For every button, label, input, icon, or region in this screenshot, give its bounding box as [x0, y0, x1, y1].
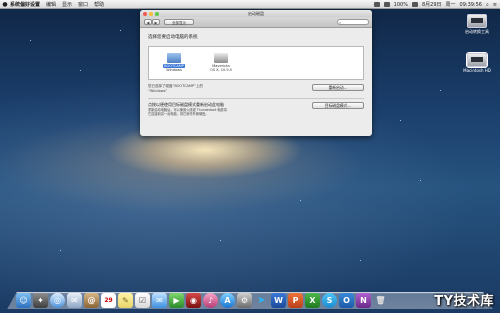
apple-menu-icon[interactable]: ●	[0, 1, 10, 8]
outlook-icon[interactable]: O	[339, 293, 354, 308]
desktop-disk-label: Macintosh HD	[463, 68, 491, 73]
desktop-disk-label: 启动转换工具	[465, 29, 489, 34]
finder-icon[interactable]: ☺	[16, 293, 31, 308]
menu-help[interactable]: 帮助	[94, 1, 104, 8]
spotlight-icon[interactable]: ⌕	[486, 2, 489, 8]
disk-option-bootcamp[interactable]: BOOTCAMP Windows	[157, 53, 191, 72]
messages-icon[interactable]: ✉	[152, 293, 167, 308]
zoom-button[interactable]	[155, 11, 159, 16]
dock: ☺ ✦ ◎ ✉ @ 29 ✎ ☑ ✉ ▶ ◉ ♪ A ⚙ ➤ W P X S O…	[16, 290, 486, 308]
selection-info: 您已选择了磁盘“BOOTCAMP”上的 “Windows”	[148, 84, 203, 93]
system-preferences-icon[interactable]: ⚙	[237, 293, 252, 308]
disk-os: OS X, 10.9.5	[210, 68, 232, 72]
show-all-button[interactable]: 全部显示	[164, 19, 194, 25]
photo-booth-icon[interactable]: ◉	[186, 293, 201, 308]
safari-icon[interactable]: ◎	[50, 293, 65, 308]
menu-bar: ● 系统偏好设置 编辑 显示 窗口 帮助 100% 8月29日 周一 09:39…	[0, 0, 500, 9]
battery-percent[interactable]: 100%	[394, 2, 408, 8]
battery-icon[interactable]	[411, 2, 418, 7]
launchpad-icon[interactable]: ✦	[33, 293, 48, 308]
arrow-app-icon[interactable]: ➤	[254, 293, 269, 308]
divider	[148, 98, 364, 99]
drive-icon	[467, 14, 487, 28]
disk-option-mavericks[interactable]: Mavericks OS X, 10.9.5	[204, 53, 238, 72]
desktop-disk-macintosh-hd[interactable]: Macintosh HD	[457, 52, 497, 73]
target-disk-mode-button[interactable]: 目标磁盘模式…	[312, 102, 364, 109]
reminders-icon[interactable]: ☑	[135, 293, 150, 308]
windows-disk-icon	[167, 53, 181, 63]
word-icon[interactable]: W	[271, 293, 286, 308]
drive-icon	[466, 52, 488, 68]
search-field[interactable]: ⌕	[337, 19, 369, 25]
target-mode-info: 重新启动电脑后，可以使用火线或 Thunderbolt 电缆将 它连接到另一台电…	[148, 108, 227, 117]
wifi-icon[interactable]	[373, 2, 380, 7]
watermark: TY技术库	[434, 294, 494, 309]
app-store-icon[interactable]: A	[220, 293, 235, 308]
forward-button[interactable]: ▶	[152, 19, 160, 25]
menu-clock[interactable]: 09:39:56	[460, 2, 482, 8]
search-icon: ⌕	[339, 20, 342, 25]
minimize-button[interactable]	[149, 11, 153, 16]
itunes-icon[interactable]: ♪	[203, 293, 218, 308]
menu-window[interactable]: 窗口	[78, 1, 88, 8]
onenote-icon[interactable]: N	[356, 293, 371, 308]
menu-app-name[interactable]: 系统偏好设置	[10, 1, 40, 8]
osx-disk-icon	[214, 53, 228, 63]
startup-disk-window: 启动磁盘 ◀ ▶ 全部显示 ⌕ 选择您要启动电脑的系统 BOOTCAMP Win…	[140, 10, 372, 136]
preference-pane: 选择您要启动电脑的系统 BOOTCAMP Windows Mavericks O…	[140, 28, 372, 136]
notification-center-icon[interactable]: ≡	[493, 2, 497, 8]
window-title: 启动磁盘	[248, 11, 264, 16]
menu-edit[interactable]: 编辑	[46, 1, 56, 8]
volume-icon[interactable]	[383, 2, 390, 7]
disk-os: Windows	[166, 68, 182, 72]
menu-date[interactable]: 8月29日	[422, 1, 442, 8]
contacts-icon[interactable]: @	[84, 293, 99, 308]
mail-icon[interactable]: ✉	[67, 293, 82, 308]
calendar-icon[interactable]: 29	[101, 293, 116, 308]
back-button[interactable]: ◀	[144, 19, 152, 25]
window-toolbar: ◀ ▶ 全部显示 ⌕	[140, 17, 372, 28]
powerpoint-icon[interactable]: P	[288, 293, 303, 308]
excel-icon[interactable]: X	[305, 293, 320, 308]
menu-weekday[interactable]: 周一	[446, 1, 456, 8]
pane-heading: 选择您要启动电脑的系统	[148, 35, 198, 40]
restart-button[interactable]: 重新启动…	[312, 84, 364, 91]
trash-icon[interactable]: 🗑	[373, 293, 388, 308]
facetime-icon[interactable]: ▶	[169, 293, 184, 308]
notes-icon[interactable]: ✎	[118, 293, 133, 308]
window-titlebar[interactable]: 启动磁盘	[140, 10, 372, 17]
menu-view[interactable]: 显示	[62, 1, 72, 8]
skype-icon[interactable]: S	[322, 293, 337, 308]
disk-chooser: BOOTCAMP Windows Mavericks OS X, 10.9.5	[148, 46, 364, 80]
menu-extras: 100% 8月29日 周一 09:39:56 ⌕ ≡	[373, 0, 497, 9]
close-button[interactable]	[143, 11, 147, 16]
desktop-disk-bootcamp[interactable]: 启动转换工具	[457, 14, 497, 35]
